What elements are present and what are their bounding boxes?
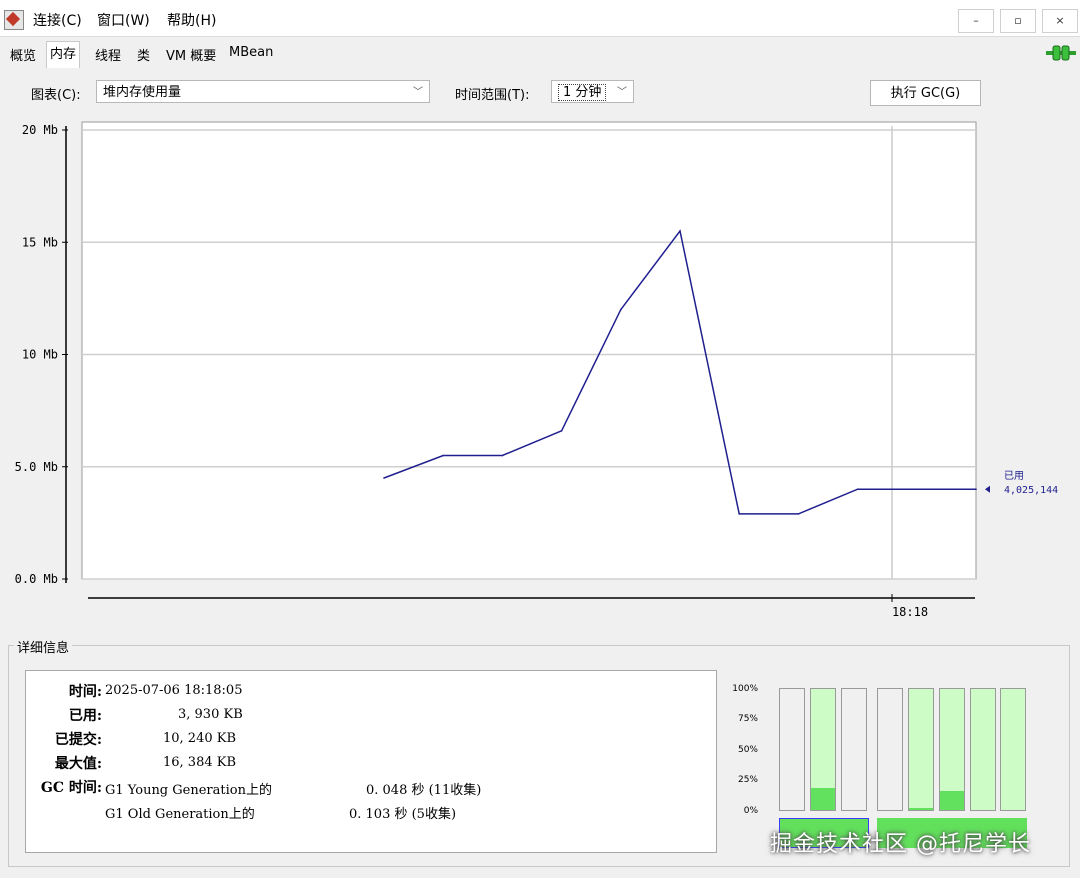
committed-value: 10, 240 KB [163, 731, 237, 746]
menu-window[interactable]: 窗口(W) [97, 10, 150, 30]
max-value: 16, 384 KB [163, 755, 237, 770]
committed-label: 已提交: [54, 732, 102, 748]
data-point [501, 454, 504, 457]
chevron-down-icon: ﹀ [617, 87, 627, 98]
data-point [620, 308, 622, 311]
minimize-button[interactable]: – [958, 9, 994, 33]
tab-mbean[interactable]: MBean [226, 44, 276, 61]
y-tick-label: 0.0 Mb [15, 572, 58, 586]
memory-pool-fill [811, 788, 835, 810]
memory-pool-bar[interactable] [1000, 688, 1026, 811]
menu-bar [0, 0, 1080, 37]
watermark: 掘金技术社区 @托尼学长 [770, 832, 1031, 857]
time-value: 2025-07-06 18:18:05 [105, 683, 243, 698]
pct-label: 75% [737, 714, 758, 724]
chevron-down-icon: ﹀ [413, 87, 423, 98]
chart-select[interactable]: 堆内存使用量 ﹀ [96, 80, 430, 103]
memory-pool-bar[interactable] [810, 688, 836, 811]
data-point [856, 488, 859, 491]
data-point [975, 488, 977, 491]
tab-overview[interactable]: 概览 [7, 44, 39, 65]
app-icon[interactable] [4, 10, 24, 30]
gc-time-label: GC 时间: [40, 780, 102, 796]
connection-status-icon [1046, 45, 1076, 61]
max-label: 最大值: [54, 756, 102, 772]
x-tick-label: 18:18 [892, 605, 928, 619]
memory-pool-bar[interactable] [908, 688, 934, 811]
menu-connect[interactable]: 连接(C) [33, 10, 82, 30]
time-range-select[interactable]: 1 分钟 ﹀ [551, 80, 634, 103]
legend-label: 已用 [1004, 471, 1024, 482]
data-point [679, 230, 681, 232]
time-label: 时间: [68, 684, 102, 700]
close-button[interactable]: × [1042, 9, 1078, 33]
tab-threads[interactable]: 线程 [92, 44, 124, 65]
memory-chart: 20 Mb 15 Mb 10 Mb 5.0 Mb 0.0 Mb 18:18 已用 4,025,… [15, 121, 1058, 619]
pct-label: 50% [737, 745, 758, 755]
gc-old-value: 0. 103 秒 (5收集) [349, 807, 457, 822]
chart-select-value: 堆内存使用量 [103, 85, 182, 100]
memory-pool-bar[interactable] [779, 688, 805, 811]
menu-help[interactable]: 帮助(H) [167, 10, 216, 30]
memory-pool-bar[interactable] [877, 688, 903, 811]
memory-pool-bar[interactable] [939, 688, 965, 811]
y-tick-label: 20 Mb [22, 123, 58, 137]
used-value: 3, 930 KB [178, 707, 243, 722]
plot-area [81, 121, 977, 580]
gc-young-name: G1 Young Generation上的 [105, 783, 272, 798]
used-label: 已用: [68, 708, 102, 724]
pct-label: 25% [737, 775, 758, 785]
data-point [738, 513, 740, 515]
pct-label: 100% [732, 684, 758, 694]
memory-pool-fill [909, 807, 933, 810]
gc-old-name: G1 Old Generation上的 [105, 807, 255, 822]
pct-label: 0% [743, 806, 758, 816]
time-range-value: 1 分钟 [558, 84, 607, 101]
chart-label: 图表(C): [31, 88, 81, 103]
y-tick-label: 5.0 Mb [15, 460, 58, 474]
memory-pool-bar[interactable] [970, 688, 996, 811]
y-tick-label: 15 Mb [22, 235, 58, 249]
data-point [797, 513, 800, 515]
tab-memory[interactable]: 内存 [46, 41, 81, 68]
restore-button[interactable]: ▫ [1000, 9, 1036, 33]
perform-gc-button[interactable]: 执行 GC(G) [870, 80, 981, 106]
data-point [560, 430, 563, 432]
data-point [383, 477, 385, 479]
y-tick-label: 10 Mb [22, 348, 58, 362]
details-title: 详细信息 [14, 637, 73, 656]
legend-value: 4,025,144 [1004, 485, 1058, 496]
tab-classes[interactable]: 类 [134, 44, 153, 65]
legend-marker [985, 485, 990, 493]
time-range-label: 时间范围(T): [455, 88, 530, 103]
data-point [916, 488, 918, 491]
gc-young-value: 0. 048 秒 (11收集) [366, 783, 482, 798]
data-point [442, 454, 445, 457]
memory-pool-bar[interactable] [841, 688, 867, 811]
memory-pool-fill [940, 790, 964, 810]
tab-vm-summary[interactable]: VM 概要 [163, 44, 219, 65]
details-box: 时间: 2025-07-06 18:18:05 已用: 3, 930 KB 已提… [25, 670, 717, 853]
